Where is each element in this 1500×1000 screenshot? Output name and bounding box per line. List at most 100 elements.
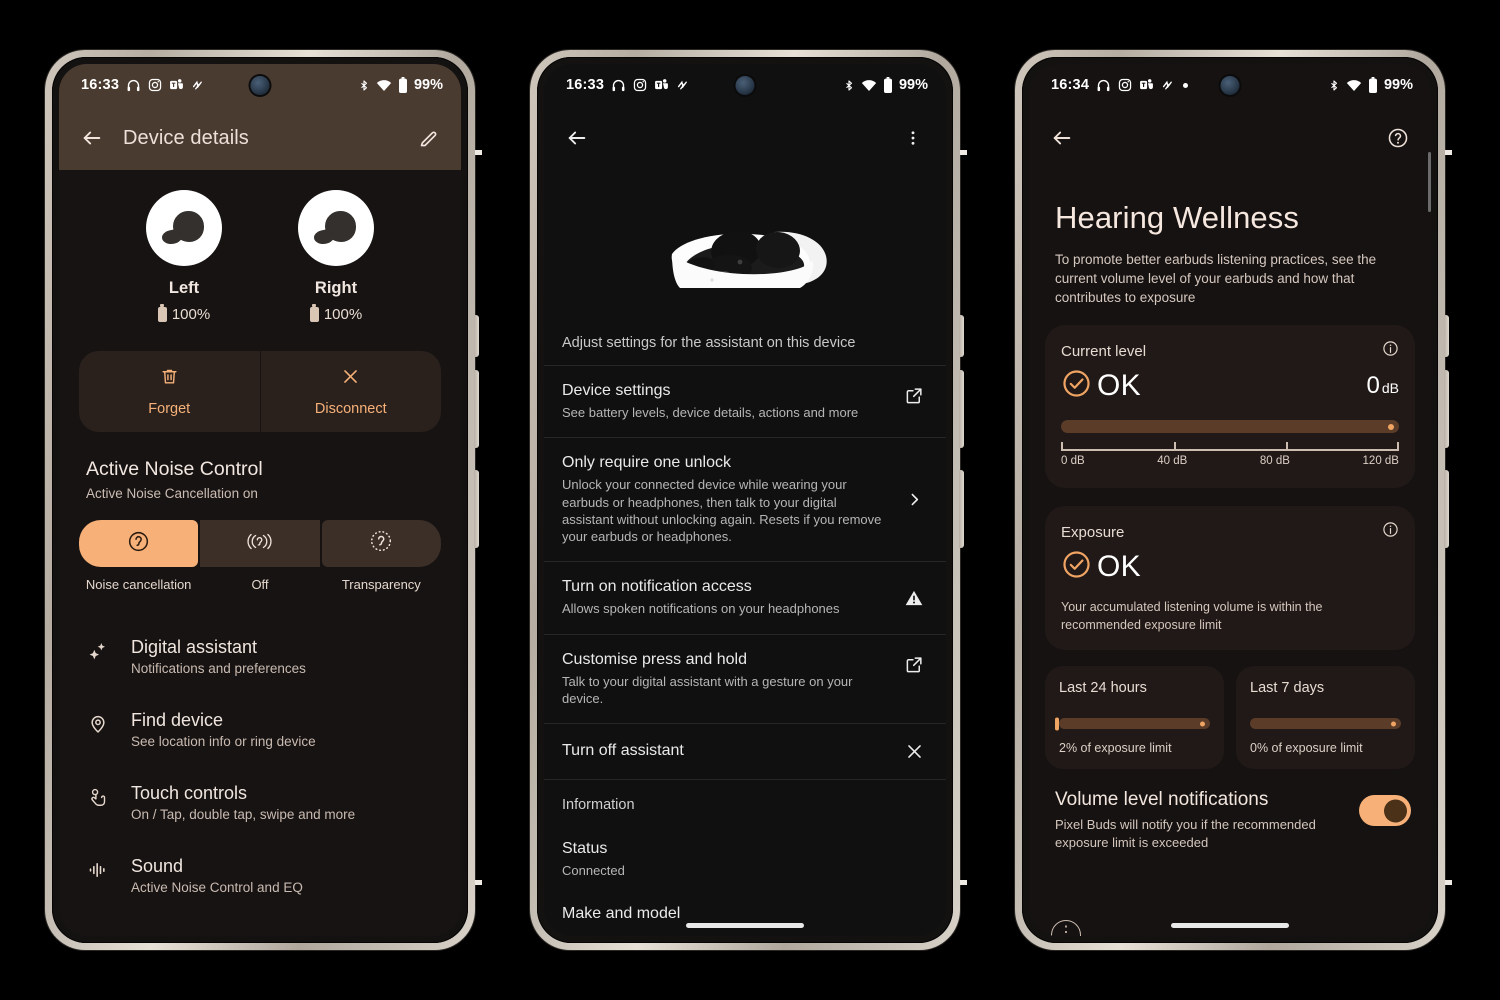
db-scale: 0 dB 40 dB 80 dB 120 dB [1061,442,1399,472]
page-description: To promote better earbuds listening prac… [1055,252,1377,306]
page-title: Device details [123,126,249,149]
back-arrow-icon[interactable] [562,123,592,153]
squiggle-icon [1161,79,1176,92]
close-x-icon[interactable] [900,742,928,761]
instagram-icon [1118,78,1132,92]
open-external-icon[interactable] [900,382,928,405]
anc-mode-selector: Noise cancellation Off Transparency [79,520,441,592]
volume-down-button[interactable] [959,470,964,548]
scale-tick [1286,442,1289,452]
status-bar: 16:33 99% [59,64,461,106]
row-subtitle: See battery levels, device details, acti… [562,405,859,420]
side-button-top[interactable] [959,315,964,357]
row-turn-off-assistant[interactable]: Turn off assistant [544,724,946,779]
row-only-require-one-unlock[interactable]: Only require one unlock Unlock your conn… [544,438,946,561]
earbuds-battery-row: Left 100% Right 100% [59,170,461,323]
back-arrow-icon[interactable] [1047,123,1077,153]
home-indicator[interactable] [1171,923,1289,928]
anc-mode-off[interactable]: Off [200,520,320,592]
anc-title: Active Noise Control [86,458,263,480]
card-title: Current level [1061,342,1147,360]
frame-seam [1445,880,1452,885]
anc-mode-transparency[interactable]: Transparency [321,520,441,592]
teams-icon [169,78,184,92]
sound-wave-icon [85,856,111,880]
list-item-sound[interactable]: Sound Active Noise Control and EQ [59,839,461,912]
instagram-icon [148,78,162,92]
scale-label-0: 0 dB [1061,455,1085,468]
side-button-top[interactable] [1444,315,1449,357]
battery-icon [1368,77,1378,93]
card-last-24-hours: Last 24 hours 2% of exposure limit [1045,666,1224,770]
battery-percent: 99% [1383,77,1413,93]
wifi-icon [861,79,877,92]
battery-percent: 99% [413,77,443,93]
back-arrow-icon[interactable] [77,123,107,153]
disconnect-button[interactable]: Disconnect [259,351,442,432]
list-item-find-device[interactable]: Find device See location info or ring de… [59,693,461,766]
chevron-right-icon[interactable] [900,491,928,508]
phone-device-1: 16:33 99% Device details Left 100% Right… [45,50,482,950]
row-volume-level-notifications[interactable]: Volume level notifications Pixel Buds wi… [1029,769,1431,852]
anc-section-header: Active Noise Control Active Noise Cancel… [59,432,461,501]
row-turn-on-notification-access[interactable]: Turn on notification access Allows spoke… [544,562,946,633]
earbud-right-label: Right [314,279,358,297]
edit-pencil-icon[interactable] [413,123,443,153]
mini-card-note: 0% of exposure limit [1250,741,1363,756]
disconnect-label: Disconnect [314,401,387,417]
battery-icon [157,304,167,322]
scale-label-40: 40 dB [1157,455,1188,468]
more-vertical-icon[interactable] [898,123,928,153]
row-subtitle: Unlock your connected device while weari… [562,477,882,545]
earbud-right: Right 100% [298,190,374,323]
list-item-title: Digital assistant [131,637,258,657]
card-current-level: Current level OK 0 dB 0 dB 40 dB 80 dB 1… [1045,325,1415,489]
row-device-settings[interactable]: Device settings See battery levels, devi… [544,366,946,437]
volume-down-button[interactable] [474,470,479,548]
open-external-icon[interactable] [900,651,928,674]
help-circle-icon[interactable] [1383,123,1413,153]
list-item-touch-controls[interactable]: Touch controls On / Tap, double tap, swi… [59,766,461,839]
status-right: 99% [358,77,443,93]
side-button-top[interactable] [474,315,479,357]
earbud-left-image [146,190,222,266]
front-camera-punchhole [250,76,270,95]
toggle-subtitle: Pixel Buds will notify you if the recomm… [1055,817,1316,851]
volume-down-button[interactable] [1444,470,1449,548]
list-item-digital-assistant[interactable]: Digital assistant Notifications and pref… [59,620,461,693]
row-make-and-model: Make and model [544,891,946,936]
volume-up-button[interactable] [1444,370,1449,448]
bluetooth-icon [358,78,370,93]
anc-pill[interactable] [321,520,441,567]
trash-icon [160,367,179,390]
volume-notifications-toggle[interactable] [1359,795,1411,827]
status-bar: 16:33 99% [544,64,946,106]
list-item-subtitle: See location info or ring device [131,734,316,749]
exposure-status: OK [1097,550,1141,584]
row-title: Device settings [562,382,671,399]
list-item-title: Touch controls [131,783,248,803]
row-subtitle: Talk to your digital assistant with a ge… [562,673,853,706]
row-title: Customise press and hold [562,650,747,668]
scrollbar[interactable] [1428,152,1431,212]
teams-icon [1139,78,1154,92]
row-subtitle: Allows spoken notifications on your head… [562,601,840,617]
page-title: Hearing Wellness [1055,200,1299,235]
anc-pill[interactable] [79,520,199,567]
bar-end-dot [1200,721,1205,727]
anc-mode-noise-cancellation[interactable]: Noise cancellation [79,520,199,592]
forget-button[interactable]: Forget [79,351,260,432]
headphones-icon [1096,78,1111,93]
home-indicator[interactable] [686,923,804,928]
row-customise-press-and-hold[interactable]: Customise press and hold Talk to your di… [544,635,946,724]
warning-triangle-icon[interactable] [900,588,928,608]
info-circle-icon[interactable] [1382,340,1399,362]
squiggle-icon [191,79,206,92]
partial-icon-bottom[interactable] [1051,920,1081,936]
row-title: Only require one unlock [562,454,731,472]
scale-label-120: 120 dB [1362,455,1399,468]
volume-up-button[interactable] [474,370,479,448]
volume-up-button[interactable] [959,370,964,448]
anc-pill[interactable] [200,520,320,567]
info-circle-icon[interactable] [1382,521,1399,543]
